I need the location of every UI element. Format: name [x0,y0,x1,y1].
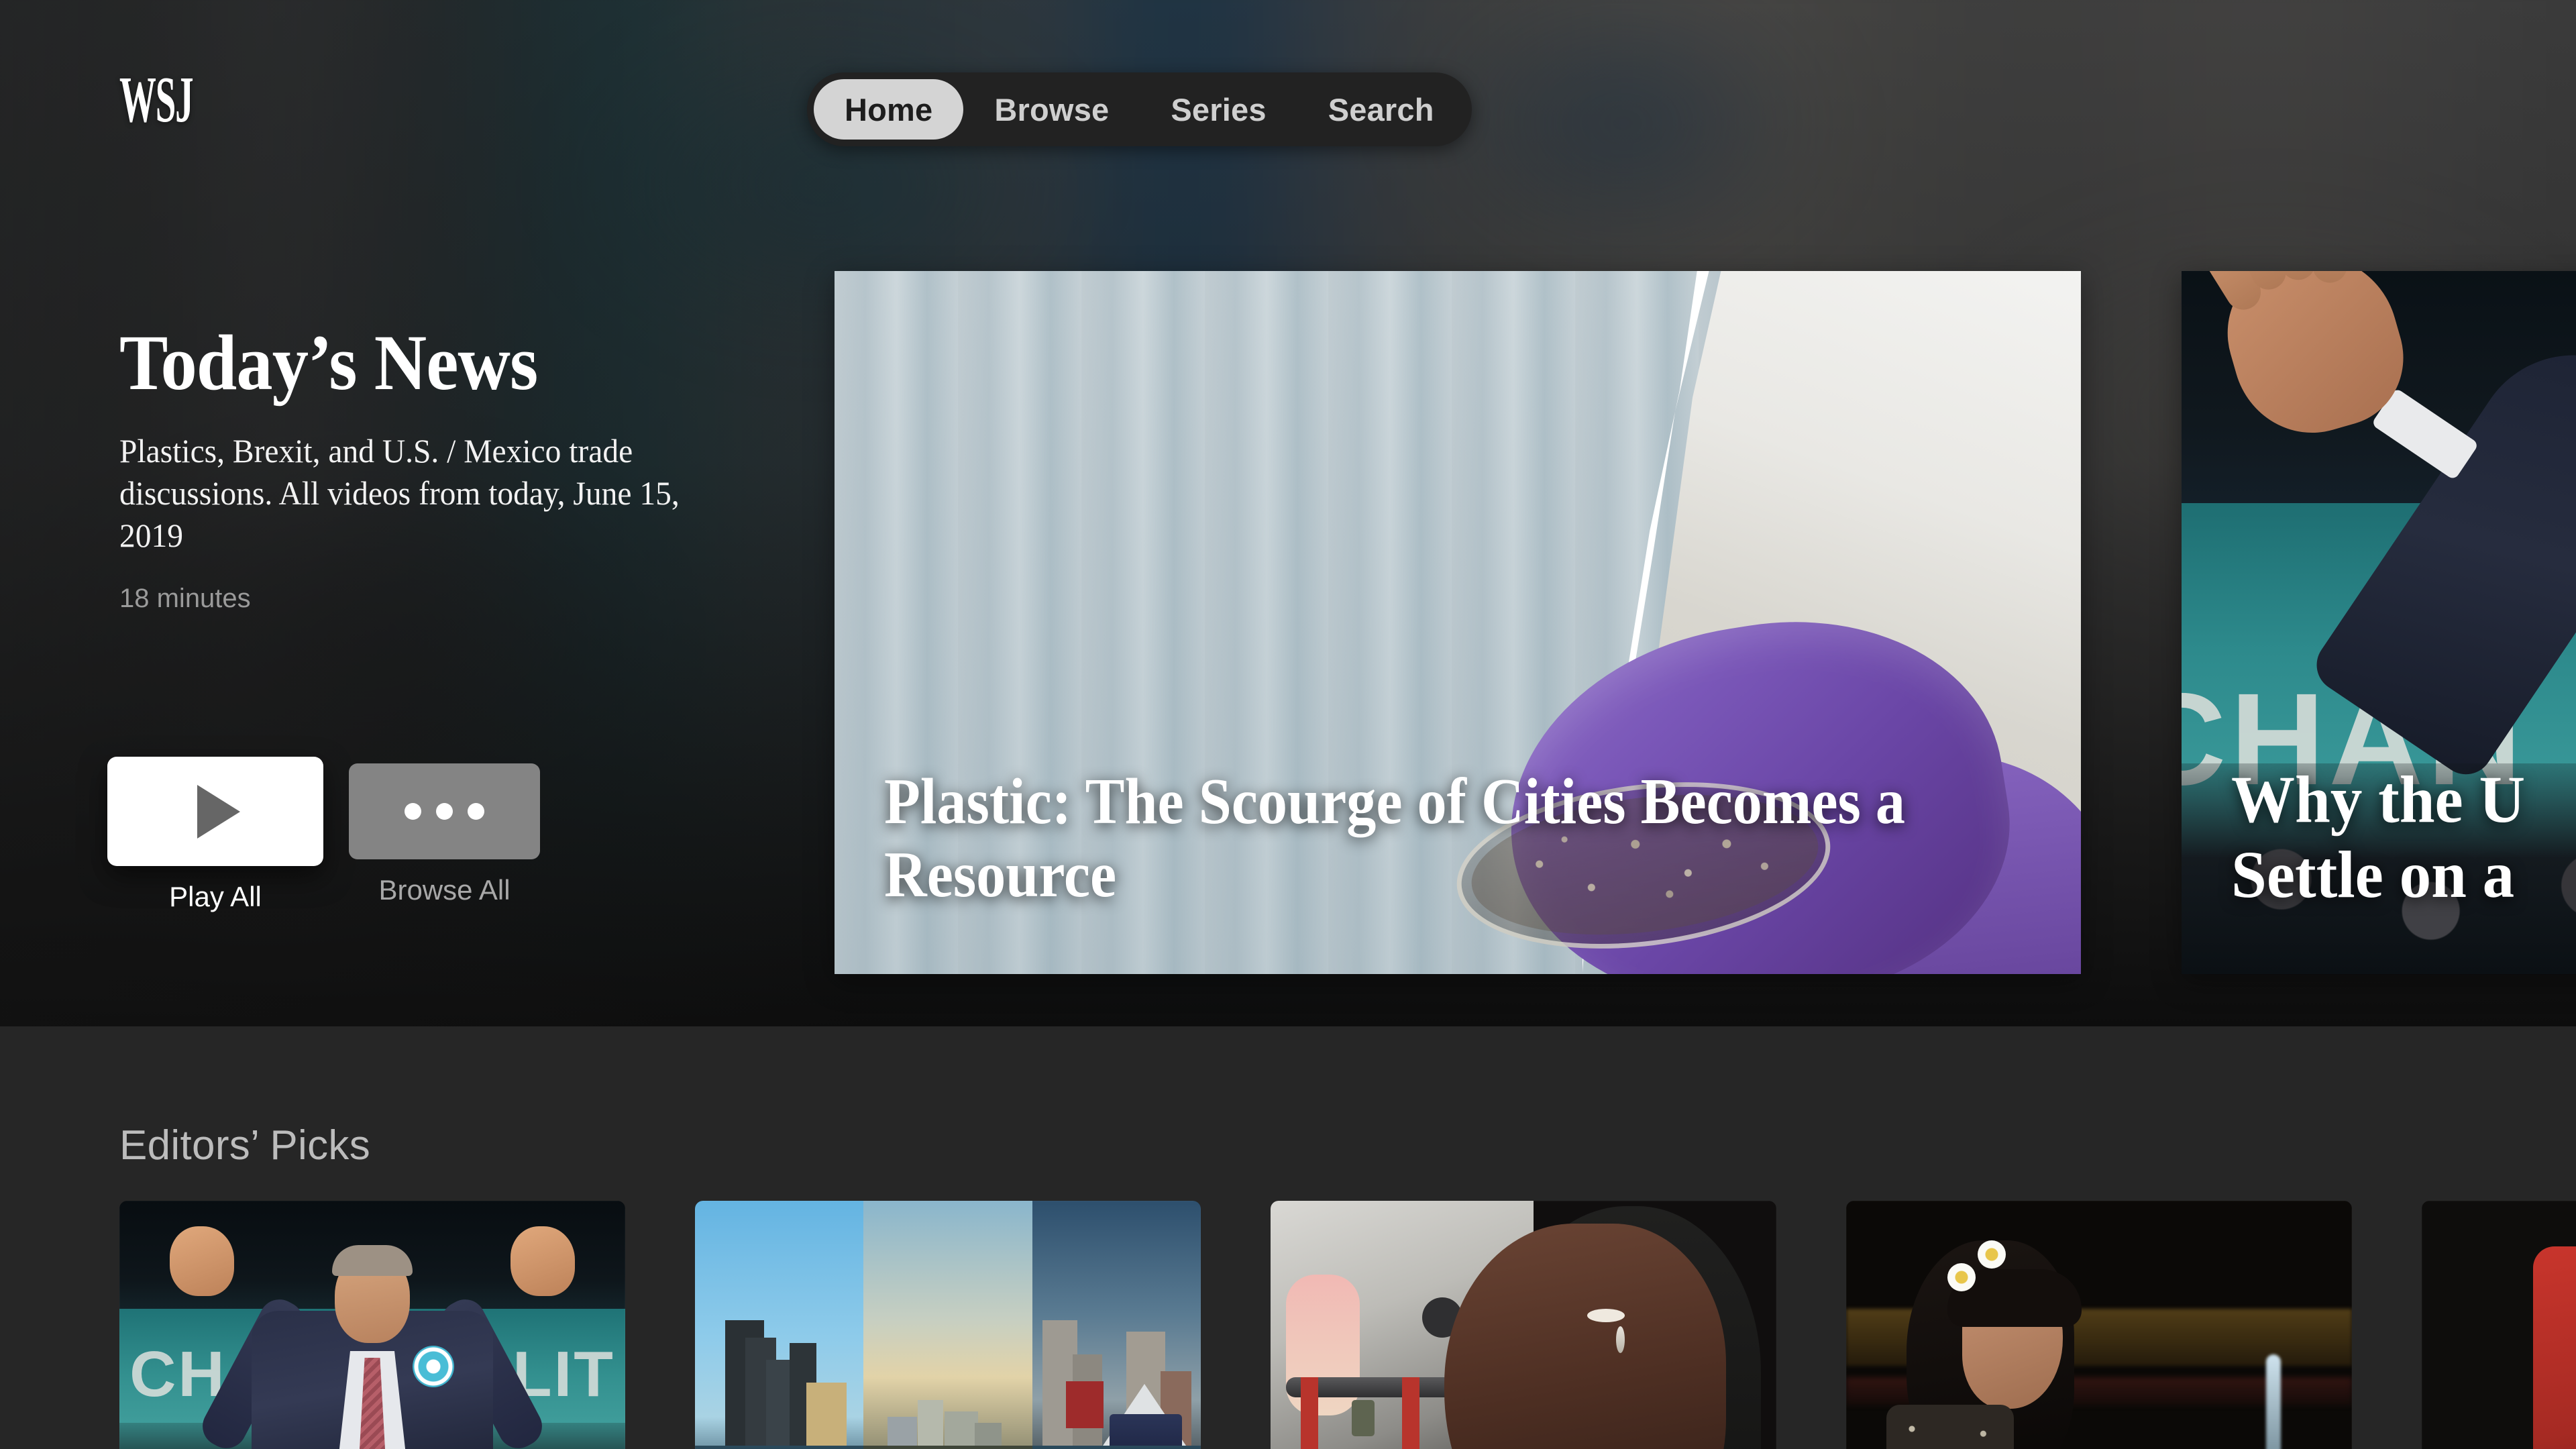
thumbnail-inner-border [1846,1201,2352,1449]
page-title: Today’s News [119,319,538,407]
main-navigation: Home Browse Series Search [807,72,1472,146]
browse-all-label: Browse All [378,874,511,906]
ellipsis-icon-dot-2 [436,803,453,820]
thumbnail-inner-border [119,1201,625,1449]
hero-card-title-line2: Settle on a [2231,837,2515,912]
nav-tab-series[interactable]: Series [1140,79,1297,140]
browse-all-button[interactable] [349,763,540,859]
list-item-farage-rally[interactable]: CHAN OLIT [119,1201,625,1449]
hero-card-title: Plastic: The Scourge of Cities Becomes a… [884,765,1905,912]
section-title-editors-picks: Editors’ Picks [119,1122,370,1169]
nav-tab-browse[interactable]: Browse [963,79,1140,140]
play-triangle-icon [197,784,240,839]
list-item-rescue-woman[interactable] [1271,1201,1776,1449]
hero-card-brexit[interactable]: CHAN Why the U Settle on a [2182,271,2576,974]
hero-action-buttons: Play All Browse All [107,757,540,913]
editors-picks-row[interactable]: CHAN OLIT [119,1201,2576,1449]
top-bar: WSJ Home Browse Series Search [0,0,2576,201]
ellipsis-icon-dot-1 [405,803,421,820]
thumbnail-inner-border [695,1201,1201,1449]
thumbnail-inner-border [2422,1201,2576,1449]
list-item-girl-daisies[interactable] [1846,1201,2352,1449]
list-item-red-blazer[interactable] [2422,1201,2576,1449]
editors-picks-section: Editors’ Picks CHAN OLIT [0,1026,2576,1449]
nav-tab-search[interactable]: Search [1297,79,1465,140]
wsj-logo: WSJ [119,64,194,136]
hero-description: Plastics, Brexit, and U.S. / Mexico trad… [119,431,680,554]
play-all-button[interactable] [107,757,323,866]
play-all-label: Play All [169,881,262,912]
hero-info-panel: Today’s News Plastics, Brexit, and U.S. … [119,319,737,614]
hero-card-plastic[interactable]: Plastic: The Scourge of Cities Becomes a… [835,271,2081,974]
hero-duration: 18 minutes [119,583,251,613]
hero-carousel[interactable]: Plastic: The Scourge of Cities Becomes a… [835,271,2576,974]
hero-card-title-line1: Why the U [2231,762,2526,837]
thumbnail-inner-border [1271,1201,1776,1449]
ellipsis-icon-dot-3 [468,803,484,820]
wsj-video-app-screen: WSJ Home Browse Series Search Today’s Ne… [0,0,2576,1449]
list-item-city-skylines[interactable] [695,1201,1201,1449]
nav-tab-home[interactable]: Home [814,79,964,140]
hero-card-title: Why the U Settle on a [2231,762,2576,912]
play-all-button-group: Play All [107,757,323,913]
browse-all-button-group: Browse All [349,757,540,913]
